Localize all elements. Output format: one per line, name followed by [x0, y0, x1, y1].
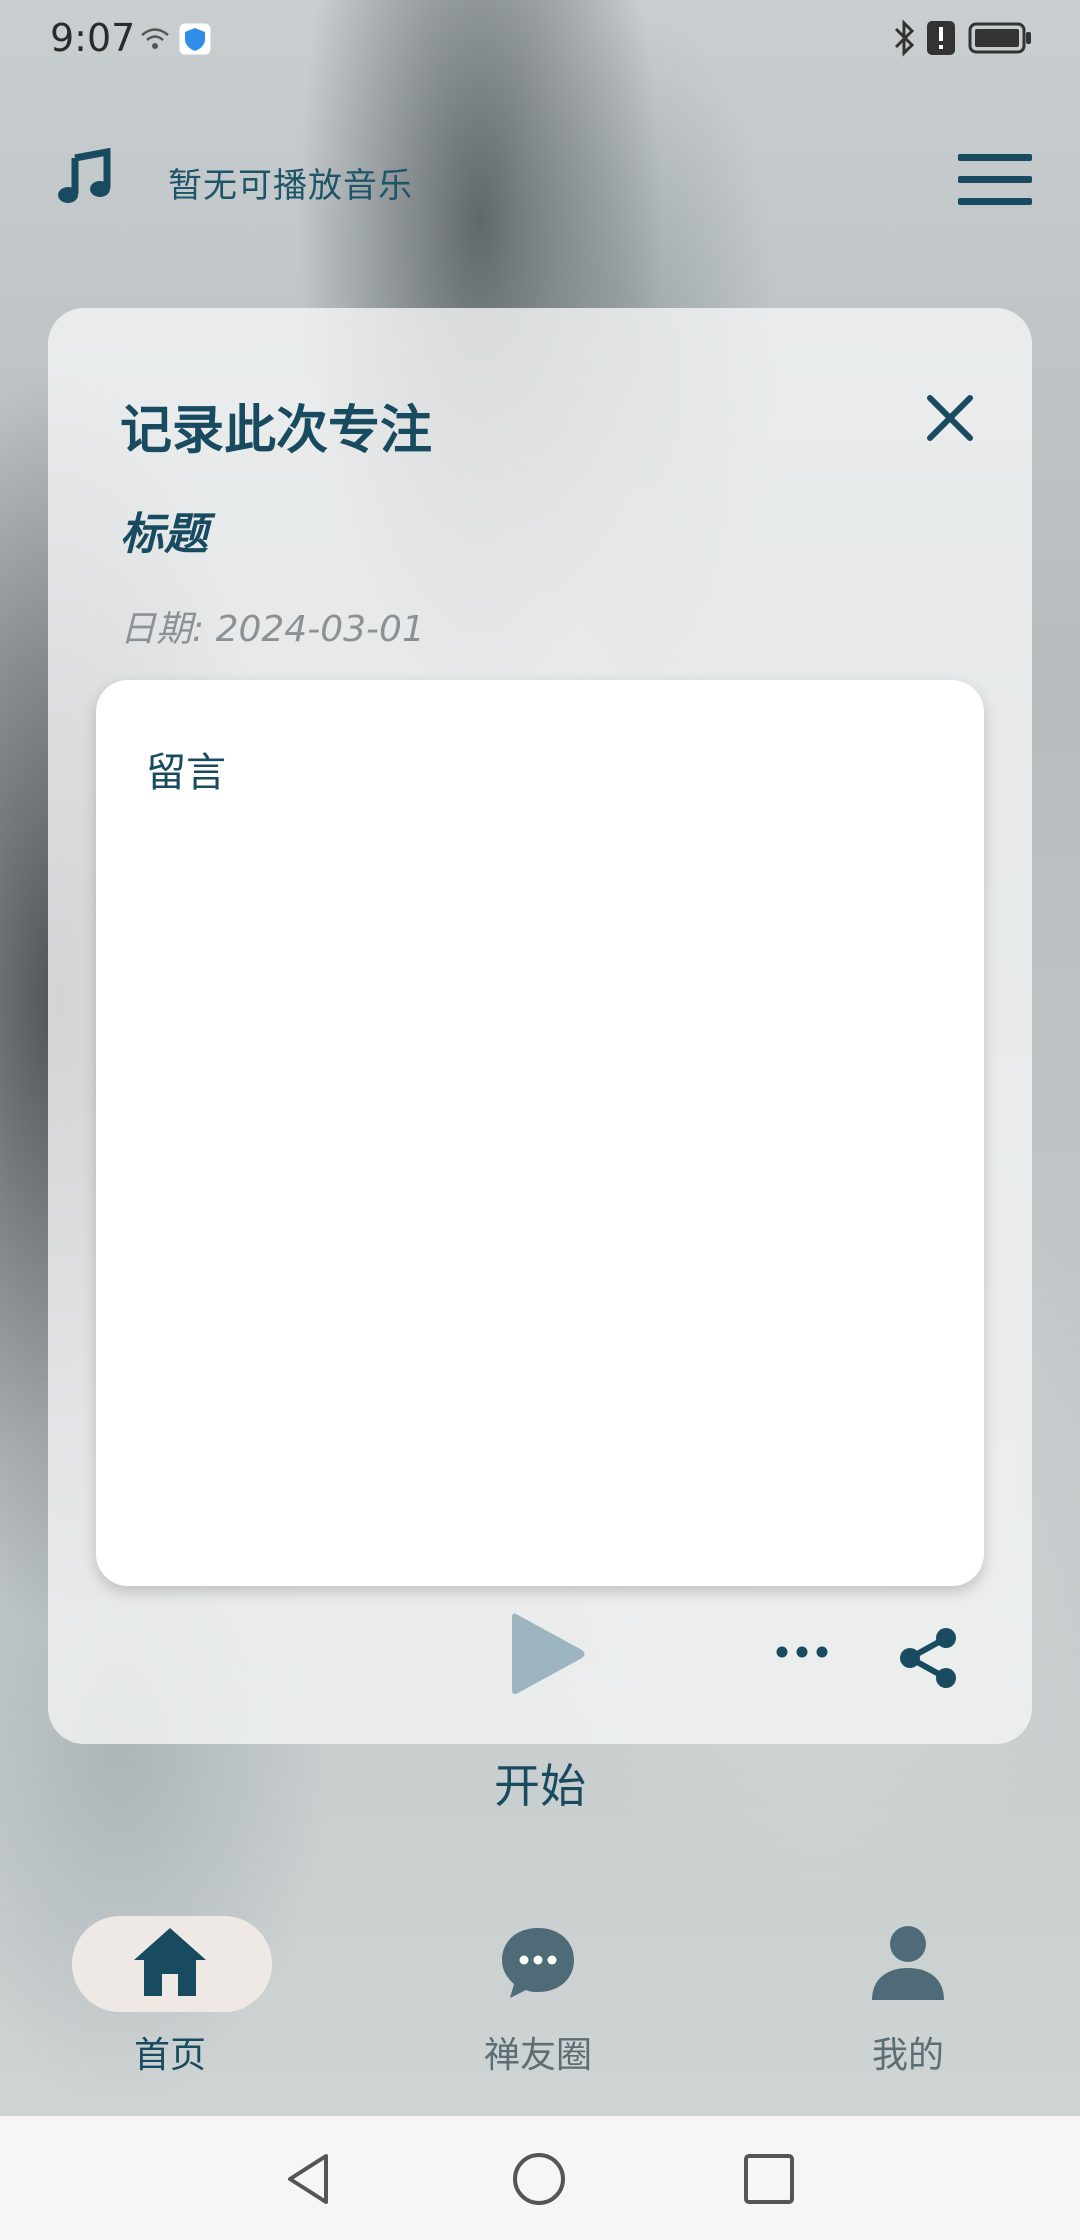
play-icon[interactable] — [508, 1608, 588, 1700]
home-circle-icon[interactable] — [510, 2150, 568, 2208]
bluetooth-icon — [894, 19, 915, 57]
note-input[interactable]: 留言 — [96, 680, 984, 1586]
battery-icon — [968, 22, 1031, 54]
date-label: 日期: — [120, 609, 205, 650]
home-icon — [134, 1928, 206, 1996]
user-icon — [872, 1926, 944, 2000]
nav-item-home[interactable]: 首页 — [60, 1900, 280, 2080]
nav-label-profile: 我的 — [871, 2035, 944, 2076]
record-focus-card: 记录此次专注 标题 日期: 2024-03-01 留言 — [48, 308, 1032, 1744]
note-placeholder: 留言 — [146, 750, 226, 796]
start-label[interactable]: 开始 — [0, 1750, 1080, 1816]
title-field[interactable]: 标题 — [120, 498, 208, 562]
date-value: 2024-03-01 — [215, 609, 425, 650]
wifi-icon — [141, 28, 169, 49]
hamburger-menu-icon[interactable] — [958, 152, 1032, 208]
more-icon[interactable] — [774, 1640, 830, 1664]
nav-label-community: 禅友圈 — [483, 2035, 592, 2076]
nav-label-home: 首页 — [133, 2035, 206, 2076]
shield-app-icon — [178, 22, 212, 56]
recents-icon[interactable] — [740, 2150, 798, 2208]
close-icon[interactable] — [922, 390, 978, 446]
nav-item-community[interactable]: 禅友圈 — [428, 1900, 648, 2080]
bottom-nav: 首页 禅友圈 我的 — [0, 1900, 1080, 2100]
top-bar: 暂无可播放音乐 — [0, 130, 1080, 230]
music-status-label: 暂无可播放音乐 — [168, 166, 413, 206]
nav-item-profile[interactable]: 我的 — [798, 1900, 1018, 2080]
back-icon[interactable] — [280, 2150, 338, 2208]
share-icon[interactable] — [896, 1626, 960, 1690]
date-row: 日期: 2024-03-01 — [120, 600, 425, 652]
music-note-icon[interactable] — [55, 148, 115, 208]
alert-icon — [927, 21, 955, 55]
status-bar: 9:07 — [0, 0, 1080, 80]
status-time: 9:07 — [50, 16, 136, 60]
chat-bubble-icon — [502, 1928, 574, 1998]
system-nav-bar — [0, 2116, 1080, 2240]
card-title: 记录此次专注 — [120, 401, 433, 461]
